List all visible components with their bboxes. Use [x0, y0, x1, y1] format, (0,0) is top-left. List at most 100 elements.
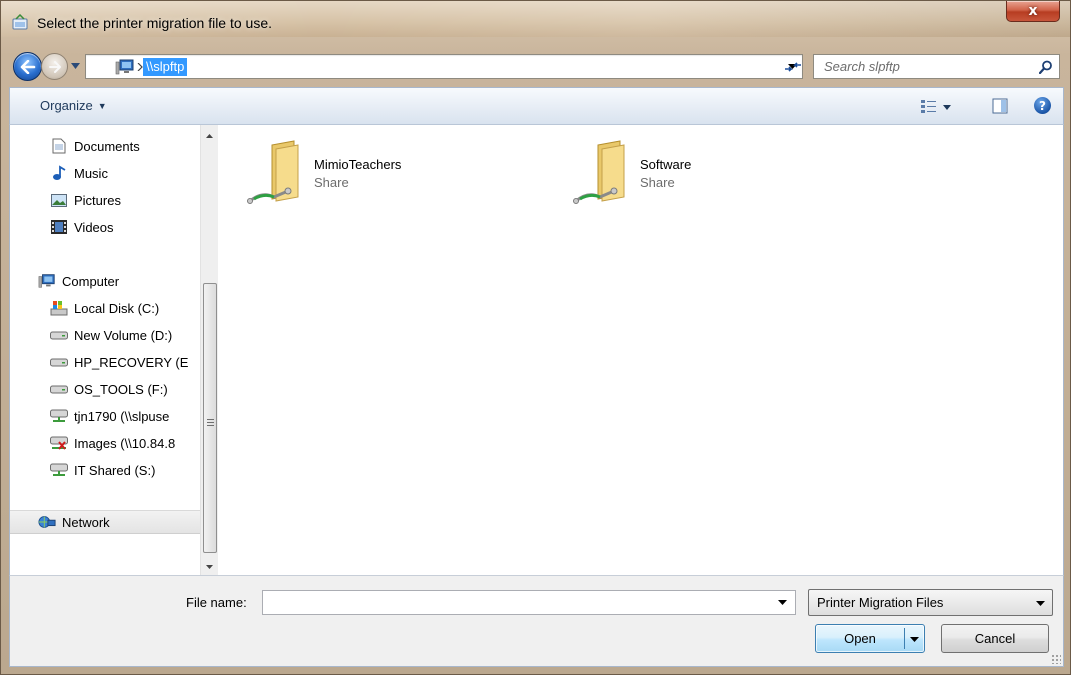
- nav-label: tjn1790 (\\slpuse: [74, 408, 170, 424]
- nav-item-hp-recovery[interactable]: HP_RECOVERY (E: [10, 350, 200, 374]
- navigation-bar: \\slpftp Search slpftp: [1, 37, 1070, 87]
- cancel-button[interactable]: Cancel: [941, 624, 1049, 653]
- open-options-dropdown[interactable]: [908, 633, 920, 645]
- navigation-pane: Documents Music Pictures Videos Computer…: [10, 125, 200, 575]
- open-button[interactable]: Open: [815, 624, 925, 653]
- recent-pages-dropdown[interactable]: [69, 59, 81, 73]
- nav-item-computer[interactable]: Computer: [10, 269, 200, 293]
- file-name-label: File name:: [186, 595, 247, 610]
- computer-icon: [38, 273, 56, 289]
- organize-button[interactable]: Organize ▼: [40, 98, 107, 113]
- nav-label: OS_TOOLS (F:): [74, 381, 168, 397]
- file-list-pane[interactable]: MimioTeachers Share Software Share: [218, 125, 1063, 575]
- nav-label: Images (\\10.84.8: [74, 435, 176, 451]
- nav-label: Network: [62, 514, 110, 530]
- change-view-button[interactable]: [921, 98, 959, 116]
- resize-grip[interactable]: [1051, 654, 1061, 664]
- nav-item-network[interactable]: Network: [10, 510, 200, 534]
- navigation-scrollbar[interactable]: [200, 125, 218, 575]
- chevron-up-icon: [206, 133, 213, 138]
- open-label: Open: [844, 631, 876, 646]
- scrollbar-grip: [207, 419, 214, 427]
- document-icon: [50, 138, 68, 154]
- nav-label: Computer: [62, 273, 120, 289]
- nav-item-it-shared[interactable]: IT Shared (S:): [10, 458, 200, 482]
- nav-item-new-volume-d[interactable]: New Volume (D:): [10, 323, 200, 347]
- network-drive-icon: [50, 462, 68, 478]
- videos-icon: [50, 219, 68, 235]
- back-button[interactable]: [13, 52, 42, 81]
- chevron-down-icon: [777, 599, 787, 605]
- file-name-input[interactable]: [262, 590, 796, 615]
- title-bar[interactable]: Select the printer migration file to use…: [1, 1, 1070, 37]
- forward-arrow-icon: [48, 60, 61, 73]
- nav-item-music[interactable]: Music: [10, 161, 200, 185]
- file-type-value: Printer Migration Files: [817, 595, 944, 610]
- command-bar: Organize ▼ ?: [9, 87, 1064, 125]
- search-placeholder: Search slpftp: [824, 59, 900, 74]
- computer-icon: [115, 59, 134, 75]
- forward-button[interactable]: [41, 53, 68, 80]
- file-dialog-window: Select the printer migration file to use…: [0, 0, 1071, 675]
- nav-item-images[interactable]: Images (\\10.84.8: [10, 431, 200, 455]
- chevron-down-icon: ▼: [97, 101, 107, 111]
- scroll-down-button[interactable]: [201, 558, 218, 575]
- nav-item-videos[interactable]: Videos: [10, 215, 200, 239]
- close-button[interactable]: x: [1006, 1, 1060, 22]
- share-item[interactable]: Software Share: [570, 139, 890, 211]
- chevron-down-icon: [1035, 598, 1045, 608]
- nav-item-os-tools[interactable]: OS_TOOLS (F:): [10, 377, 200, 401]
- chevron-down-icon: [206, 564, 213, 569]
- nav-label: New Volume (D:): [74, 327, 173, 343]
- chevron-down-icon: [70, 63, 80, 69]
- drive-icon: [50, 354, 68, 370]
- close-icon: x: [1028, 3, 1038, 19]
- address-bar[interactable]: \\slpftp: [85, 54, 803, 79]
- nav-item-tjn1790[interactable]: tjn1790 (\\slpuse: [10, 404, 200, 428]
- nav-label: Pictures: [74, 192, 121, 208]
- share-type: Share: [314, 175, 349, 190]
- music-icon: [50, 165, 68, 181]
- browser-panes: Documents Music Pictures Videos Computer…: [9, 125, 1064, 575]
- file-name-dropdown[interactable]: [776, 595, 788, 609]
- nav-label: HP_RECOVERY (E: [74, 354, 189, 370]
- split-divider: [904, 628, 905, 649]
- file-type-select[interactable]: Printer Migration Files: [808, 589, 1053, 616]
- scrollbar-thumb[interactable]: [203, 283, 217, 553]
- nav-item-documents[interactable]: Documents: [10, 134, 200, 158]
- share-type: Share: [640, 175, 675, 190]
- file-selection-area: File name: Printer Migration Files Open …: [9, 575, 1064, 667]
- nav-label: Music: [74, 165, 108, 181]
- chevron-down-icon: [943, 104, 951, 110]
- nav-label: Documents: [74, 138, 140, 154]
- share-name: Software: [640, 157, 692, 172]
- network-icon: [38, 514, 56, 530]
- dialog-app-icon: [12, 14, 28, 30]
- share-item[interactable]: MimioTeachers Share: [244, 139, 564, 211]
- network-drive-icon: [50, 408, 68, 424]
- nav-item-pictures[interactable]: Pictures: [10, 188, 200, 212]
- view-details-icon: [921, 100, 936, 113]
- window-title: Select the printer migration file to use…: [37, 15, 273, 31]
- refresh-icon: [785, 61, 801, 72]
- pictures-icon: [50, 192, 68, 208]
- disconnected-drive-icon: [50, 435, 68, 451]
- chevron-down-icon: [909, 636, 919, 642]
- refresh-button[interactable]: [777, 54, 809, 79]
- preview-pane-icon[interactable]: [992, 98, 1008, 114]
- organize-label: Organize: [40, 98, 93, 113]
- local-disk-icon: [50, 300, 68, 316]
- address-path[interactable]: \\slpftp: [143, 58, 188, 76]
- nav-label: IT Shared (S:): [74, 462, 156, 478]
- drive-icon: [50, 327, 68, 343]
- nav-label: Videos: [74, 219, 114, 235]
- back-arrow-icon: [20, 59, 35, 74]
- nav-item-local-disk-c[interactable]: Local Disk (C:): [10, 296, 200, 320]
- help-icon[interactable]: ?: [1034, 97, 1051, 114]
- shared-folder-icon: [247, 140, 299, 204]
- search-box[interactable]: Search slpftp: [813, 54, 1060, 79]
- shared-folder-icon: [573, 140, 625, 204]
- share-name: MimioTeachers: [314, 157, 402, 172]
- search-icon[interactable]: [1039, 60, 1053, 74]
- scroll-up-button[interactable]: [201, 127, 218, 144]
